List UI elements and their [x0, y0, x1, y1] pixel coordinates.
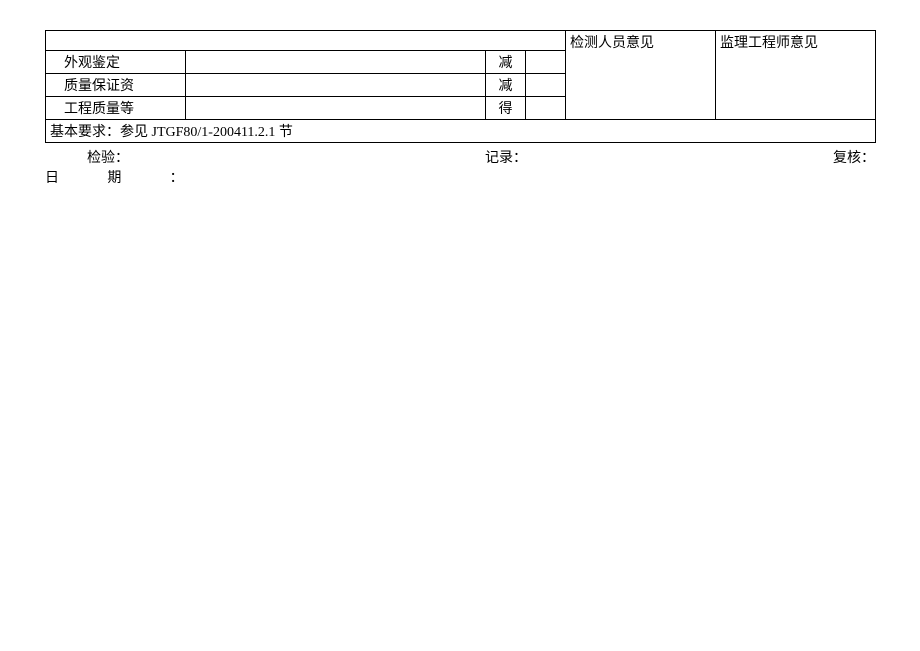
date-line: 日 期 ： [45, 167, 875, 187]
row-extra-cell [526, 74, 566, 97]
form-table: 检测人员意见 监理工程师意见 外观鉴定 减 质量保证资 减 工程质量等 得 基本… [45, 30, 876, 143]
row-extra-cell [526, 97, 566, 120]
row-label: 外观鉴定 [46, 51, 186, 74]
footer-review-label: 复核： [790, 147, 875, 167]
row-short: 减 [486, 74, 526, 97]
table-row: 基本要求：参见 JTGF80/1-200411.2.1 节 [46, 120, 876, 143]
form-table-wrapper: 检测人员意见 监理工程师意见 外观鉴定 减 质量保证资 减 工程质量等 得 基本… [45, 30, 875, 143]
date-colon: ： [170, 171, 184, 186]
inspector-opinion-cell: 检测人员意见 [566, 31, 716, 120]
supervisor-opinion-cell: 监理工程师意见 [716, 31, 876, 120]
empty-cell [46, 31, 566, 51]
date-spacing2 [121, 171, 169, 187]
date-spacing [59, 171, 107, 187]
basic-requirement-cell: 基本要求：参见 JTGF80/1-200411.2.1 节 [46, 120, 876, 143]
date-prefix: 日 [45, 171, 59, 186]
row-extra-cell [526, 51, 566, 74]
footer-record-label: 记录： [485, 147, 790, 167]
row-value-cell [186, 74, 486, 97]
row-short: 减 [486, 51, 526, 74]
footer-line: 检验： 记录： 复核： [45, 147, 875, 167]
row-value-cell [186, 51, 486, 74]
date-suffix: 期 [107, 171, 121, 186]
row-short: 得 [486, 97, 526, 120]
row-label: 工程质量等 [46, 97, 186, 120]
table-row: 检测人员意见 监理工程师意见 [46, 31, 876, 51]
inspector-opinion-label: 检测人员意见 [570, 36, 654, 51]
row-label: 质量保证资 [46, 74, 186, 97]
row-value-cell [186, 97, 486, 120]
supervisor-opinion-label: 监理工程师意见 [720, 36, 818, 51]
footer-inspect-label: 检验： [45, 147, 485, 167]
